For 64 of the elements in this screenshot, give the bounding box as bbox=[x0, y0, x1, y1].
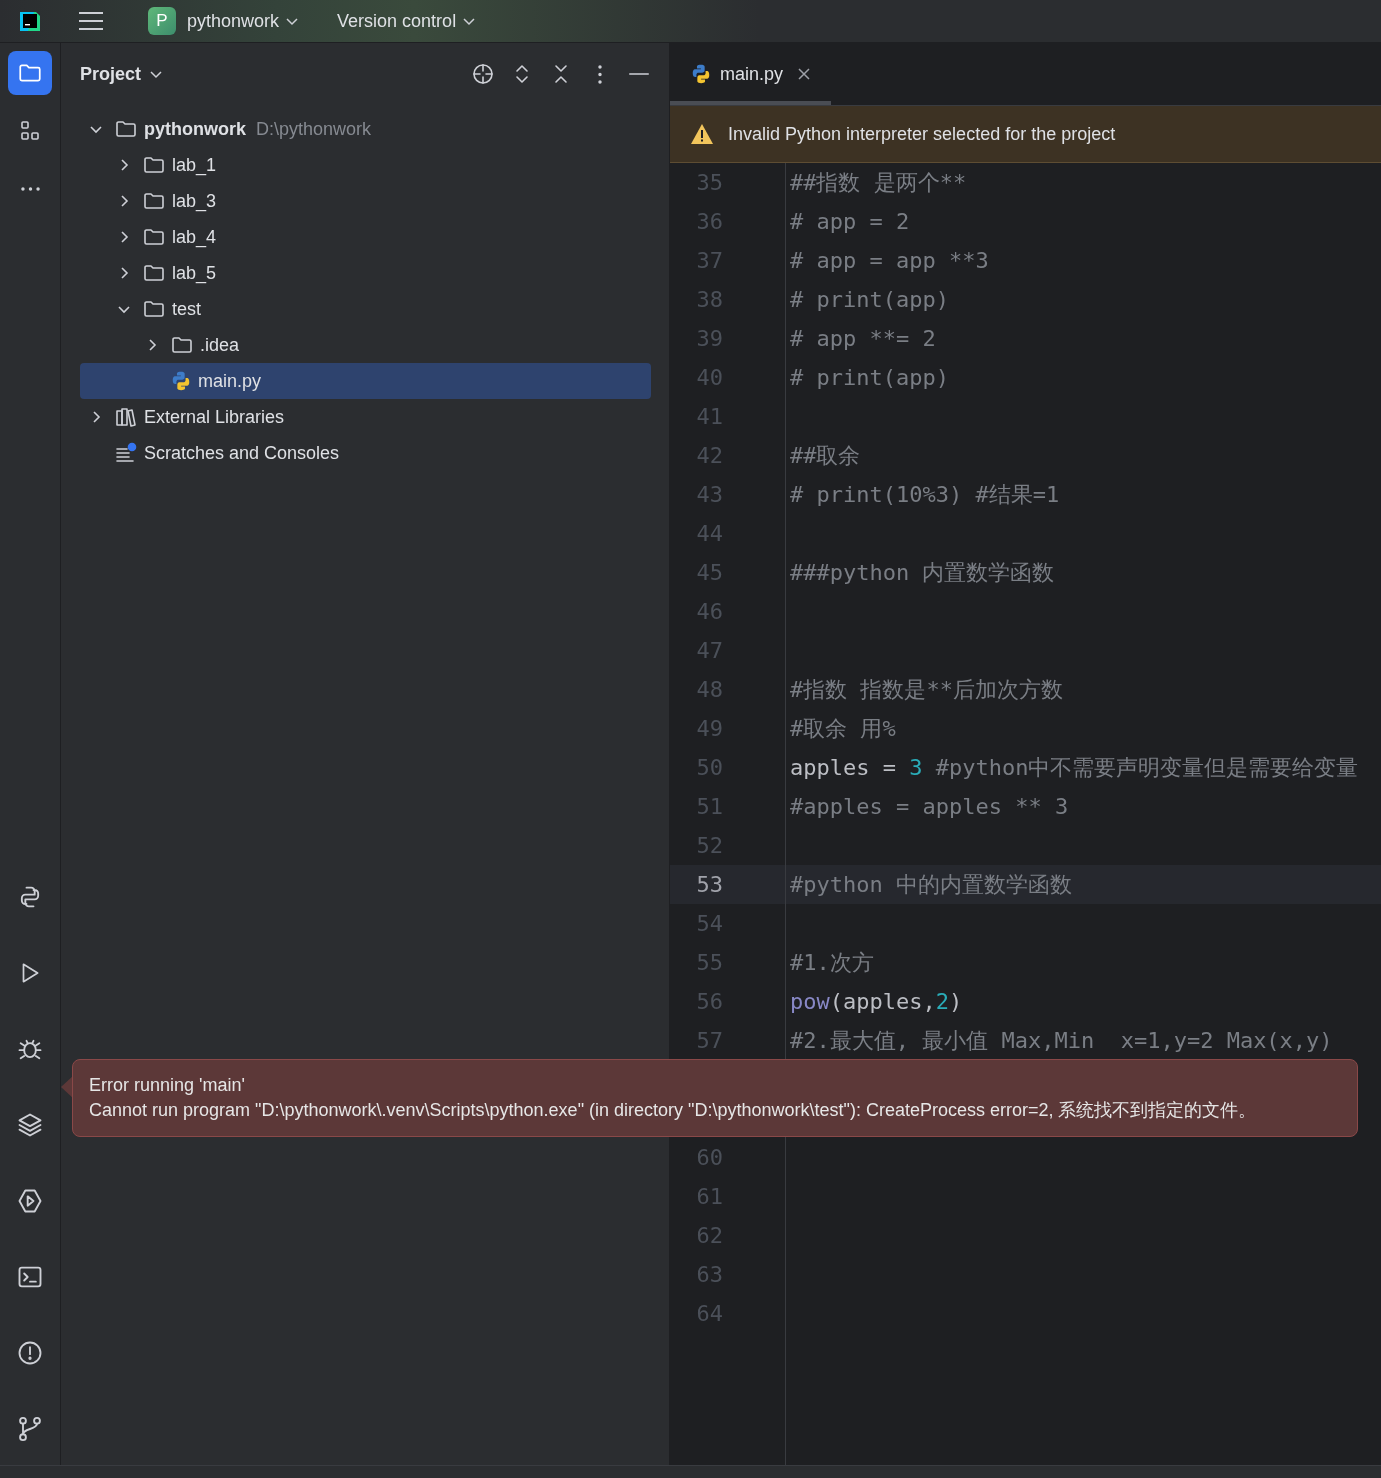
tool-window-button[interactable] bbox=[8, 51, 52, 95]
tree-item-label: test bbox=[172, 298, 201, 320]
tree-item[interactable]: lab_1 bbox=[80, 147, 651, 183]
code-line: # app = 2 bbox=[790, 209, 910, 234]
menu-icon[interactable] bbox=[78, 10, 104, 32]
tree-item-label: Scratches and Consoles bbox=[144, 442, 340, 464]
tree-item[interactable]: lab_3 bbox=[80, 183, 651, 219]
tree-item[interactable]: lab_5 bbox=[80, 255, 651, 291]
scratches-icon bbox=[114, 441, 138, 465]
minimize-icon bbox=[629, 73, 649, 75]
code-line: #apples = apples ** 3 bbox=[790, 794, 1069, 819]
tree-item-label: pythonwork bbox=[144, 118, 246, 140]
tree-item-label: lab_1 bbox=[172, 154, 217, 176]
code-line: ###python 内置数学函数 bbox=[790, 558, 1055, 587]
services-icon bbox=[16, 1187, 44, 1215]
tree-item-label: lab_3 bbox=[172, 190, 217, 212]
tree-item-label: lab_4 bbox=[172, 226, 217, 248]
vcs-menu[interactable]: Version control bbox=[337, 10, 477, 32]
tree-item[interactable]: .idea bbox=[80, 327, 651, 363]
locate-icon bbox=[471, 62, 495, 86]
line-number: 53 bbox=[695, 872, 723, 897]
tree-item[interactable]: pythonwork D:\pythonwork bbox=[80, 111, 651, 147]
close-icon[interactable] bbox=[797, 67, 812, 81]
code-line: #1.次方 bbox=[790, 948, 874, 977]
structure-icon bbox=[18, 119, 42, 143]
layers-icon bbox=[16, 1111, 44, 1139]
code-line: # print(app) bbox=[790, 287, 949, 312]
more-icon bbox=[598, 64, 602, 84]
tree-item[interactable]: External Libraries bbox=[80, 399, 651, 435]
warning-message: Invalid Python interpreter selected for the project bbox=[728, 123, 1116, 145]
code-line: #取余 用% bbox=[790, 714, 896, 743]
python-file-icon bbox=[170, 370, 192, 392]
code-line: #python 中的内置数学函数 bbox=[790, 870, 1072, 899]
app-logo-icon bbox=[18, 9, 42, 33]
project-menu[interactable]: pythonwork bbox=[187, 10, 300, 32]
project-badge: P bbox=[148, 7, 176, 35]
python-file-icon bbox=[690, 63, 712, 85]
code-line: ##取余 bbox=[790, 441, 861, 470]
code-line: pow(apples,2) bbox=[790, 989, 963, 1014]
warning-icon bbox=[690, 123, 714, 145]
more-icon bbox=[20, 187, 40, 191]
tree-item-label: External Libraries bbox=[144, 406, 285, 428]
code-line: # app = app **3 bbox=[790, 248, 989, 273]
project-view-selector[interactable]: Project bbox=[80, 63, 164, 85]
tree-item[interactable]: lab_4 bbox=[80, 219, 651, 255]
code-line: # app **= 2 bbox=[790, 326, 936, 351]
project-path: D:\pythonwork bbox=[256, 118, 372, 140]
code-line: apples = 3 #python中不需要声明变量但是需要给变量 bbox=[790, 753, 1359, 782]
tree-item-label: .idea bbox=[200, 334, 240, 356]
code-line: ##指数 是两个** bbox=[790, 168, 967, 197]
tree-item[interactable]: Scratches and Consoles bbox=[80, 435, 651, 471]
tree-item[interactable]: main.py bbox=[80, 363, 651, 399]
code-line: #指数 指数是**后加次方数 bbox=[790, 675, 1063, 704]
error-title: Error running 'main' bbox=[89, 1074, 246, 1097]
code-line: #2.最大值, 最小值 Max,Min x=1,y=2 Max(x,y) bbox=[790, 1026, 1333, 1055]
tree-item-label: main.py bbox=[198, 370, 262, 392]
code-line: # print(10%3) #结果=1 bbox=[790, 480, 1060, 509]
code-line: # print(app) bbox=[790, 365, 949, 390]
error-message: Cannot run program "D:\pythonwork\.venv\Scripts\python.exe" (in directory "D:\pythonwork\test"): CreateProcess error=2, 系统找不到指定的文件。 bbox=[89, 1099, 1258, 1122]
tree-item-label: lab_5 bbox=[172, 262, 217, 284]
git-branch-icon bbox=[16, 1415, 44, 1443]
tree-item[interactable]: test bbox=[80, 291, 651, 327]
problems-icon bbox=[16, 1339, 44, 1367]
library-icon bbox=[114, 405, 138, 429]
